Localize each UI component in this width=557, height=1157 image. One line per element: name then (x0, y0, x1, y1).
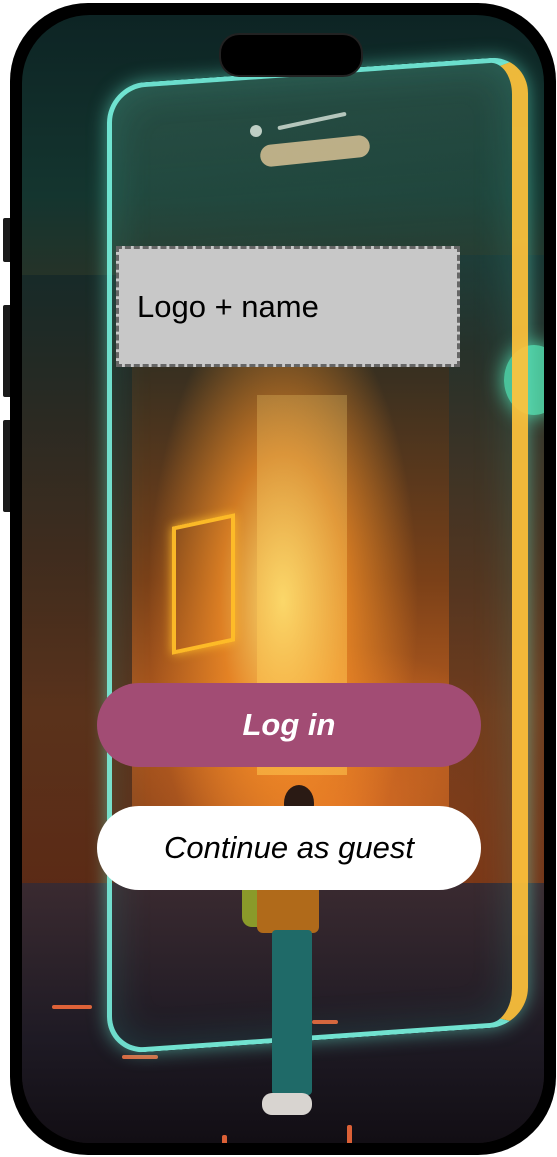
phone-frame (10, 3, 556, 1155)
screen (22, 15, 544, 1143)
login-button[interactable]: Log in (97, 683, 481, 767)
background-phone-camera (250, 125, 262, 137)
street-light-streak (222, 1135, 227, 1143)
camera-notch-icon (219, 33, 363, 77)
street-light-streak (347, 1125, 352, 1143)
logo-label: Logo + name (137, 288, 319, 324)
background-person-legs (272, 930, 312, 1095)
street-light-streak (52, 1005, 92, 1009)
background-person-feet (262, 1093, 312, 1115)
street-light-streak (122, 1055, 158, 1059)
continue-as-guest-button[interactable]: Continue as guest (97, 806, 481, 890)
logo-placeholder: Logo + name (116, 246, 460, 367)
